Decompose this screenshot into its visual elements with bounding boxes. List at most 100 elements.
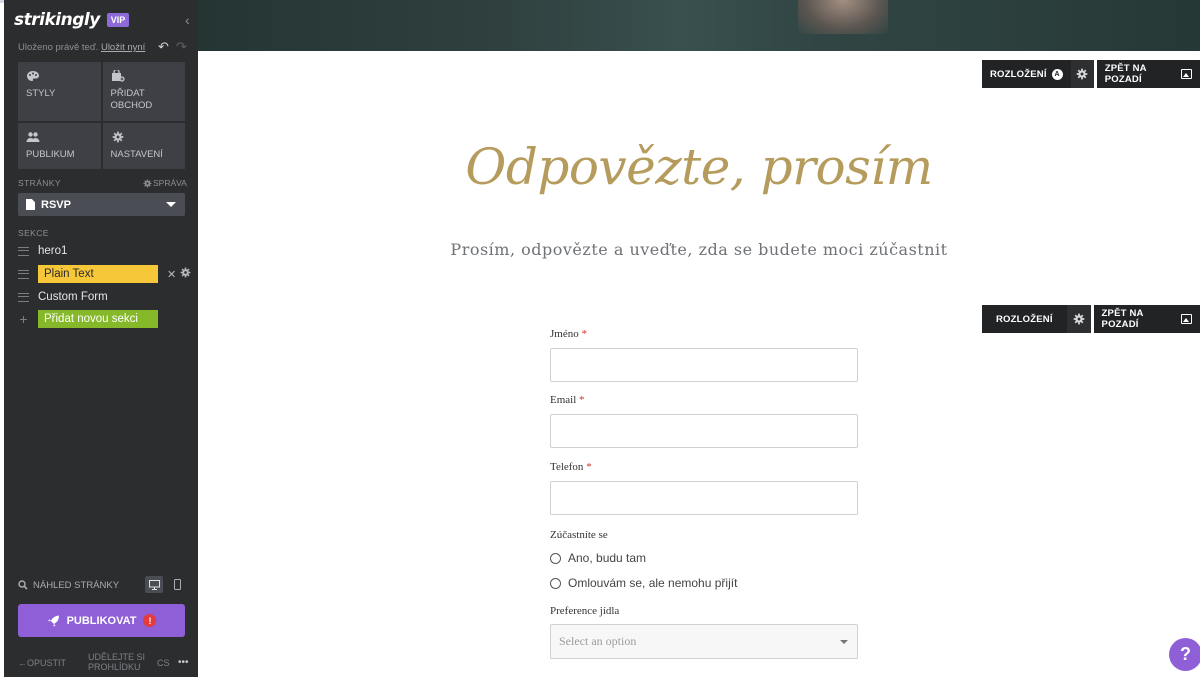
tool-grid: STYLY PŘIDAT OBCHOD PUBLIKUM NASTAVENÍ <box>18 62 185 170</box>
sidebar-footer: ← OPUSTIT UDĚLEJTE SI PROHLÍDKU CS ••• <box>18 652 193 674</box>
gear-icon <box>111 131 125 143</box>
layout-button[interactable]: ROZLOŽENÍ A <box>982 60 1071 88</box>
radio-attend-yes[interactable]: Ano, budu tam <box>550 551 646 565</box>
image-icon <box>1180 314 1192 324</box>
collapse-sidebar-icon[interactable]: ‹ <box>185 12 190 28</box>
layout-button[interactable]: ROZLOŽENÍ <box>982 305 1067 333</box>
preview-label: NÁHLED STRÁNKY <box>33 579 120 591</box>
language-button[interactable]: CS <box>157 658 170 668</box>
sections-label: SEKCE <box>18 228 49 238</box>
name-field[interactable] <box>550 348 858 382</box>
select-placeholder: Select an option <box>559 634 637 648</box>
tile-label: PUBLIKUM <box>26 148 75 160</box>
tile-styles[interactable]: STYLY <box>18 62 101 121</box>
search-icon <box>18 580 28 590</box>
section-label: hero1 <box>38 245 68 257</box>
save-status: Uloženo právě teď. Uložit nyní <box>18 42 145 53</box>
take-tour-link[interactable]: UDĚLEJTE SI PROHLÍDKU <box>88 652 148 672</box>
page-preview[interactable]: NÁHLED STRÁNKY <box>18 576 186 594</box>
current-page: RSVP <box>41 198 71 211</box>
more-icon[interactable]: ••• <box>178 657 189 668</box>
gear-icon <box>1073 313 1084 325</box>
alert-icon: ! <box>143 614 157 627</box>
delete-section-icon[interactable]: ✕ <box>167 268 176 281</box>
name-label: Jméno * <box>550 328 587 340</box>
page-title[interactable]: Odpovězte, prosím <box>198 138 1200 196</box>
back-to-bg-label: ZPĚT NA POZADÍ <box>1101 308 1144 330</box>
required-mark: * <box>586 461 592 473</box>
undo-icon[interactable]: ↶ <box>158 39 169 55</box>
hero-section-bottom <box>198 0 1200 51</box>
tile-settings[interactable]: NASTAVENÍ <box>102 122 185 170</box>
layout-label: ROZLOŽENÍ <box>990 68 1047 80</box>
section-settings-icon[interactable] <box>180 267 191 281</box>
page-subtitle[interactable]: Prosím, odpovězte a uveďte, zda se budet… <box>198 240 1200 259</box>
radio-label: Omlouvám se, ale nemohu přijít <box>568 576 738 590</box>
plus-icon: + <box>19 311 28 327</box>
image-icon <box>1181 69 1192 79</box>
brand: strikingly VIP <box>14 8 130 32</box>
tile-label: STYLY <box>26 88 56 99</box>
section-item-custom-form[interactable]: Custom Form <box>18 287 193 307</box>
exit-label: OPUSTIT <box>27 658 67 668</box>
editor-sidebar: strikingly VIP ‹ Uloženo právě teď. Ulož… <box>4 0 198 677</box>
rocket-icon <box>47 615 59 627</box>
add-section-button[interactable]: + Přidat novou sekci <box>18 309 193 329</box>
tile-add-store[interactable]: PŘIDAT OBCHOD <box>102 62 185 121</box>
section-item-plain-text[interactable]: Plain Text ✕ <box>18 264 193 284</box>
drag-handle-icon[interactable] <box>18 246 29 256</box>
exit-button[interactable]: ← OPUSTIT <box>18 658 66 668</box>
required-mark: * <box>579 394 585 406</box>
required-mark: * <box>581 328 587 340</box>
radio-attend-no[interactable]: Omlouvám se, ale nemohu přijít <box>550 576 737 590</box>
logo: strikingly <box>14 10 100 30</box>
section-item-hero1[interactable]: hero1 <box>18 241 193 261</box>
phone-field[interactable] <box>550 481 858 515</box>
radio-icon[interactable] <box>550 577 561 589</box>
section-toolbar-form: ROZLOŽENÍ ZPĚT NA POZADÍ <box>982 305 1200 333</box>
name-label-text: Jméno <box>550 328 579 340</box>
chevron-down-icon <box>840 640 848 644</box>
gear-icon <box>143 179 152 187</box>
radio-label: Ano, budu tam <box>568 551 647 565</box>
mobile-icon[interactable] <box>168 576 186 593</box>
layout-badge: A <box>1051 68 1063 80</box>
device-toggle <box>145 576 186 593</box>
redo-icon: ↷ <box>176 39 187 54</box>
tile-audience[interactable]: PUBLIKUM <box>18 122 101 170</box>
phone-label: Telefon * <box>550 461 592 473</box>
people-icon <box>26 131 40 143</box>
palette-icon <box>26 70 40 82</box>
vip-badge: VIP <box>106 13 130 27</box>
tile-label: PŘIDAT OBCHOD <box>110 88 153 112</box>
publish-label: PUBLIKOVAT <box>66 614 137 627</box>
email-label: Email * <box>550 394 585 406</box>
phone-label-text: Telefon <box>550 461 584 473</box>
layout-label: ROZLOŽENÍ <box>996 313 1053 325</box>
attend-label: Zúčastníte se <box>550 529 608 541</box>
section-settings-button[interactable] <box>1066 305 1091 333</box>
store-icon <box>111 70 125 82</box>
saved-text: Uloženo právě teď. <box>18 42 99 53</box>
back-to-background-button[interactable]: ZPĚT NA POZADÍ <box>1096 60 1200 88</box>
email-field[interactable] <box>550 414 858 448</box>
desktop-icon[interactable] <box>145 576 163 593</box>
gear-icon <box>1076 68 1088 80</box>
manage-label: SPRÁVA <box>153 178 187 188</box>
drag-handle-icon[interactable] <box>18 292 29 302</box>
section-settings-button[interactable] <box>1070 60 1094 88</box>
help-button[interactable]: ? <box>1169 638 1200 671</box>
section-label: Plain Text <box>38 265 158 283</box>
radio-icon[interactable] <box>550 552 561 564</box>
save-now-link[interactable]: Uložit nyní <box>101 42 145 53</box>
tile-label: NASTAVENÍ <box>110 148 163 160</box>
add-section-label: Přidat novou sekci <box>38 310 158 328</box>
page-select[interactable]: RSVP <box>18 193 185 216</box>
section-toolbar-top: ROZLOŽENÍ A ZPĚT NA POZADÍ <box>982 60 1200 88</box>
section-label: Custom Form <box>38 291 108 303</box>
back-to-background-button[interactable]: ZPĚT NA POZADÍ <box>1093 305 1200 333</box>
publish-button[interactable]: PUBLIKOVAT ! <box>18 604 185 637</box>
food-preference-select[interactable]: Select an option <box>550 624 858 659</box>
manage-pages-button[interactable]: SPRÁVA <box>143 178 187 188</box>
drag-handle-icon[interactable] <box>18 269 29 279</box>
